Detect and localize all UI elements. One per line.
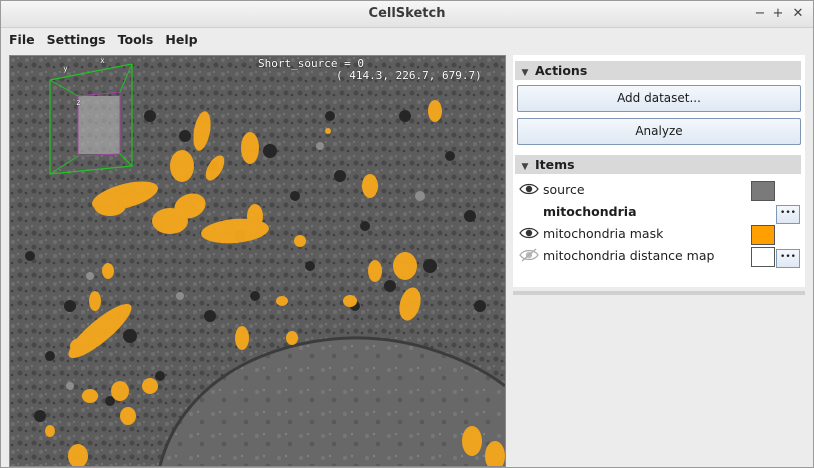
color-swatch[interactable] (751, 247, 775, 267)
coordinate-readout: ( 414.3, 226.7, 679.7) (336, 69, 482, 82)
add-dataset-button[interactable]: Add dataset... (517, 85, 801, 112)
actions-header-label: Actions (535, 63, 588, 78)
app-window: CellSketch − + ✕ File Settings Tools Hel… (0, 0, 814, 468)
items-header[interactable]: ▼ Items (515, 155, 801, 174)
options-button[interactable]: ••• (776, 249, 800, 268)
eye-hidden-icon[interactable] (519, 248, 539, 262)
image-viewer[interactable]: y x z Short_source = 0 ( 414.3, 226.7, 6… (9, 55, 506, 467)
em-image-canvas[interactable] (10, 56, 505, 466)
items-header-label: Items (535, 157, 575, 172)
eye-icon[interactable] (519, 182, 539, 196)
title-bar: CellSketch − + ✕ (1, 1, 813, 28)
panel-divider (513, 291, 805, 295)
analyze-button[interactable]: Analyze (517, 118, 801, 145)
color-swatch[interactable] (751, 225, 775, 245)
window-title: CellSketch (368, 6, 446, 21)
axis-label-y: y (63, 64, 68, 73)
collapse-triangle-icon[interactable]: ▼ (515, 64, 535, 83)
eye-icon[interactable] (519, 226, 539, 240)
close-button[interactable]: ✕ (789, 5, 807, 23)
minimize-button[interactable]: − (751, 5, 769, 23)
side-panel: ▼ Actions Add dataset... Analyze ▼ Items s… (509, 55, 807, 465)
axis-label-x: x (100, 56, 105, 65)
color-swatch[interactable] (751, 181, 775, 201)
options-button[interactable]: ••• (776, 205, 800, 224)
item-label: mitochondria distance map (543, 248, 715, 263)
item-label: mitochondria mask (543, 226, 664, 241)
menu-bar: File Settings Tools Help (1, 28, 813, 50)
menu-file[interactable]: File (7, 32, 41, 47)
axis-label-z: z (76, 98, 81, 107)
list-item-source: source (517, 179, 801, 201)
collapse-triangle-icon[interactable]: ▼ (515, 158, 535, 177)
list-item-mitochondria-distance-map: mitochondria distance map ••• (517, 245, 801, 268)
item-label: source (543, 182, 585, 197)
actions-header[interactable]: ▼ Actions (515, 61, 801, 80)
list-item-mitochondria: mitochondria ••• (517, 201, 801, 224)
item-label: mitochondria (543, 204, 637, 219)
menu-tools[interactable]: Tools (116, 32, 160, 47)
menu-settings[interactable]: Settings (45, 32, 112, 47)
menu-help[interactable]: Help (163, 32, 203, 47)
list-item-mitochondria-mask: mitochondria mask (517, 223, 801, 245)
maximize-button[interactable]: + (769, 5, 787, 23)
